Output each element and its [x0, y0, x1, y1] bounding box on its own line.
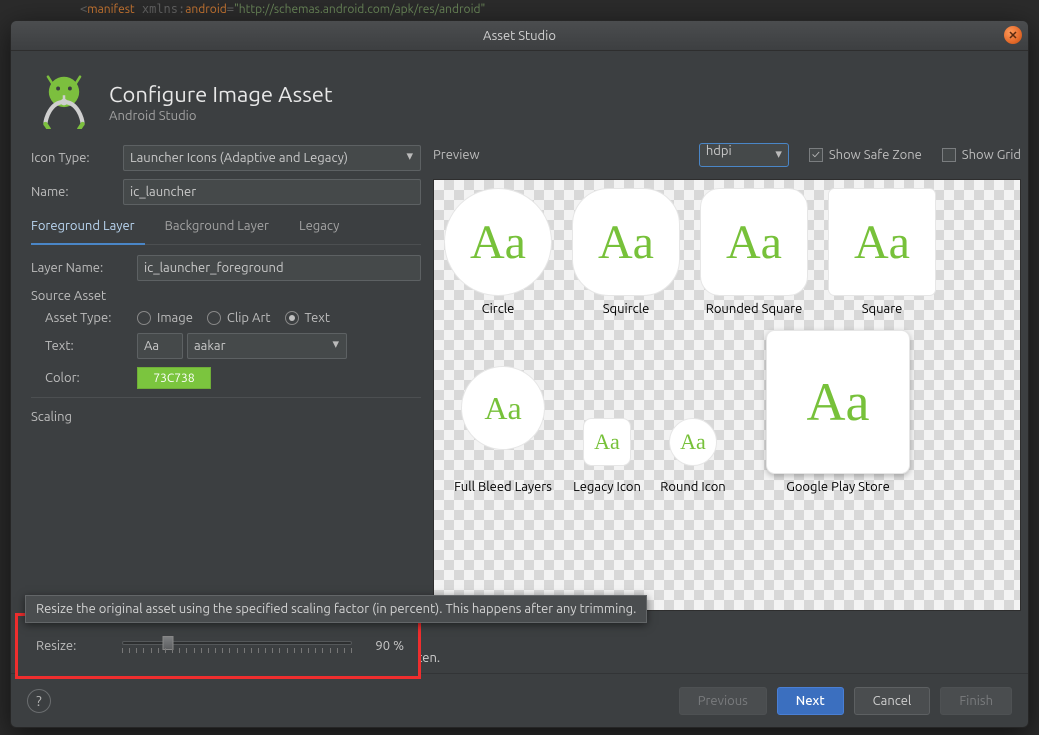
font-value[interactable]	[187, 333, 347, 359]
text-input[interactable]	[137, 333, 183, 359]
name-input[interactable]	[123, 179, 421, 205]
radio-clipart[interactable]: Clip Art	[207, 311, 271, 325]
resize-label: Resize:	[36, 639, 114, 653]
show-safe-zone-checkbox[interactable]: ✓Show Safe Zone	[809, 148, 922, 162]
show-safe-zone-label: Show Safe Zone	[829, 148, 922, 162]
help-icon[interactable]: ?	[27, 689, 51, 713]
cap-rounded-square: Rounded Square	[706, 302, 803, 316]
close-icon[interactable]: ✕	[1004, 26, 1022, 44]
page-subtitle: Android Studio	[109, 109, 333, 123]
cap-square: Square	[862, 302, 903, 316]
preview-panel-wrapper: Preview hdpi ✓Show Safe Zone Show Grid A…	[427, 145, 1021, 643]
dialog-header: Configure Image Asset Android Studio	[11, 51, 1028, 145]
density-value: hdpi	[706, 144, 732, 158]
finish-button[interactable]: Finish	[940, 687, 1012, 715]
layer-tabs: Foreground Layer Background Layer Legacy	[31, 213, 421, 245]
layer-name-input[interactable]	[137, 255, 421, 281]
previous-button[interactable]: Previous	[679, 687, 767, 715]
color-swatch[interactable]: 73C738	[137, 367, 211, 389]
radio-image[interactable]: Image	[137, 311, 193, 325]
resize-slider[interactable]	[122, 632, 352, 660]
titlebar[interactable]: Asset Studio ✕	[11, 21, 1028, 51]
scaling-title: Scaling	[31, 410, 421, 424]
icon-type-value[interactable]	[123, 145, 421, 171]
name-label: Name:	[31, 185, 123, 199]
show-grid-label: Show Grid	[962, 148, 1021, 162]
cancel-button[interactable]: Cancel	[854, 687, 931, 715]
preview-label: Preview	[433, 148, 480, 162]
resize-tooltip: Resize the original asset using the spec…	[25, 595, 647, 623]
resize-value: 90 %	[360, 639, 404, 653]
dialog-footer: ? Previous Next Cancel Finish	[11, 673, 1028, 727]
radio-image-label: Image	[157, 311, 193, 325]
config-panel: Icon Type: Name: Foreground Layer Backgr…	[31, 145, 427, 643]
preview-canvas: Aa Circle Aa Squircle Aa Rounded Square …	[433, 179, 1021, 611]
color-label: Color:	[45, 371, 137, 385]
text-label: Text:	[45, 339, 137, 353]
page-title: Configure Image Asset	[109, 82, 333, 107]
radio-text-label: Text	[305, 311, 330, 325]
cap-legacy: Legacy Icon	[573, 480, 641, 494]
tab-foreground[interactable]: Foreground Layer	[31, 213, 145, 245]
font-select[interactable]	[187, 333, 347, 359]
icon-type-label: Icon Type:	[31, 151, 123, 165]
next-button[interactable]: Next	[777, 687, 844, 715]
editor-background: <manifest xmlns:android="http://schemas.…	[0, 0, 1039, 20]
android-studio-logo	[37, 75, 91, 129]
cap-squircle: Squircle	[603, 302, 650, 316]
tab-legacy[interactable]: Legacy	[299, 213, 349, 244]
asset-studio-dialog: Asset Studio ✕ Configure Image Asset And…	[10, 20, 1029, 728]
icon-type-select[interactable]	[123, 145, 421, 171]
radio-clipart-label: Clip Art	[227, 311, 271, 325]
tab-background[interactable]: Background Layer	[165, 213, 279, 244]
layer-name-label: Layer Name:	[31, 261, 137, 275]
asset-type-label: Asset Type:	[45, 311, 137, 325]
radio-text[interactable]: Text	[285, 311, 330, 325]
window-title: Asset Studio	[483, 29, 556, 43]
cap-round: Round Icon	[660, 480, 725, 494]
source-asset-title: Source Asset	[31, 289, 421, 303]
density-select[interactable]: hdpi	[699, 143, 789, 167]
show-grid-checkbox[interactable]: Show Grid	[942, 148, 1021, 162]
cap-full-bleed: Full Bleed Layers	[454, 480, 552, 494]
cap-play-store: Google Play Store	[786, 480, 890, 494]
cap-circle: Circle	[482, 302, 515, 316]
